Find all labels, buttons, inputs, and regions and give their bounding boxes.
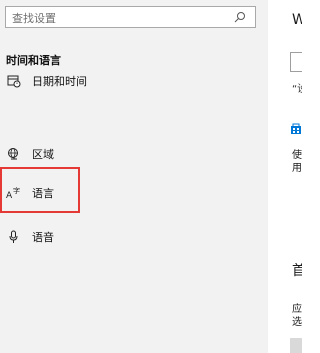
sidebar-item-label: 区域	[32, 148, 54, 161]
content-pane: W “设 使 用 首 应 选	[268, 0, 302, 353]
search-icon[interactable]	[234, 11, 246, 23]
sidebar-item-date-time[interactable]: 日期和时间	[6, 71, 226, 91]
highlight-box	[0, 167, 80, 213]
action-button[interactable]	[290, 338, 302, 353]
sidebar: 查找设置 时间和语言 日期和时间 区域 A 字 语言 语音	[0, 0, 268, 353]
section-title: 时间和语言	[6, 54, 61, 67]
language-dropdown[interactable]	[290, 52, 302, 72]
sidebar-item-region[interactable]: 区域	[6, 144, 226, 164]
hint-text: “设	[292, 84, 302, 95]
description-text: 用	[292, 163, 302, 174]
search-box[interactable]: 查找设置	[5, 6, 256, 28]
sidebar-item-label: 日期和时间	[32, 75, 87, 88]
sidebar-item-speech[interactable]: 语音	[6, 227, 226, 247]
description-text: 选	[292, 317, 302, 328]
sidebar-item-label: 语音	[32, 231, 54, 244]
microphone-icon	[6, 229, 22, 245]
page-title: W	[292, 12, 302, 28]
calendar-clock-icon	[6, 73, 22, 89]
store-icon	[291, 123, 301, 134]
globe-icon	[6, 146, 22, 162]
section-heading: 首	[292, 263, 302, 279]
search-input[interactable]: 查找设置	[12, 10, 56, 26]
